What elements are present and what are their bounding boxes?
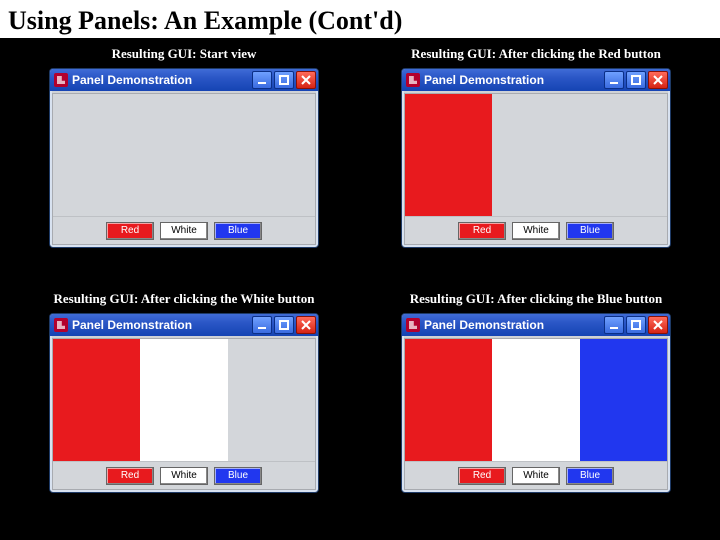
color-panels	[53, 94, 315, 216]
window-start: Panel Demonstration Red White Blue	[49, 68, 319, 248]
close-button[interactable]	[648, 316, 668, 334]
window-title: Panel Demonstration	[72, 73, 248, 87]
titlebar: Panel Demonstration	[402, 69, 670, 91]
maximize-button[interactable]	[274, 316, 294, 334]
white-button[interactable]: White	[160, 467, 208, 485]
java-cup-icon	[54, 318, 68, 332]
mid-panel	[492, 339, 579, 461]
titlebar: Panel Demonstration	[402, 314, 670, 336]
client-area: Red White Blue	[404, 93, 668, 245]
window-white: Panel Demonstration Red White Blue	[49, 313, 319, 493]
white-button[interactable]: White	[512, 222, 560, 240]
window-title: Panel Demonstration	[424, 318, 600, 332]
button-bar: Red White Blue	[405, 461, 667, 489]
button-bar: Red White Blue	[53, 461, 315, 489]
window-buttons	[604, 71, 668, 89]
java-cup-icon	[54, 73, 68, 87]
slide-title: Using Panels: An Example (Cont'd)	[0, 0, 720, 40]
mid-panel	[140, 94, 227, 216]
blue-button[interactable]: Blue	[214, 222, 262, 240]
mid-panel	[492, 94, 579, 216]
titlebar: Panel Demonstration	[50, 314, 318, 336]
example-grid: Resulting GUI: Start view Panel Demonstr…	[0, 40, 720, 532]
titlebar: Panel Demonstration	[50, 69, 318, 91]
button-bar: Red White Blue	[53, 216, 315, 244]
left-panel	[405, 94, 492, 216]
example-start: Resulting GUI: Start view Panel Demonstr…	[12, 44, 356, 279]
white-button[interactable]: White	[160, 222, 208, 240]
client-area: Red White Blue	[52, 93, 316, 245]
right-panel	[580, 94, 667, 216]
example-red: Resulting GUI: After clicking the Red bu…	[364, 44, 708, 279]
blue-button[interactable]: Blue	[566, 222, 614, 240]
caption-blue: Resulting GUI: After clicking the Blue b…	[410, 291, 663, 307]
client-area: Red White Blue	[404, 338, 668, 490]
window-buttons	[604, 316, 668, 334]
close-button[interactable]	[296, 71, 316, 89]
close-button[interactable]	[296, 316, 316, 334]
caption-red: Resulting GUI: After clicking the Red bu…	[411, 46, 661, 62]
color-panels	[405, 94, 667, 216]
window-blue: Panel Demonstration Red White Blue	[401, 313, 671, 493]
maximize-button[interactable]	[626, 316, 646, 334]
left-panel	[53, 339, 140, 461]
minimize-button[interactable]	[252, 71, 272, 89]
mid-panel	[140, 339, 227, 461]
left-panel	[405, 339, 492, 461]
minimize-button[interactable]	[604, 71, 624, 89]
maximize-button[interactable]	[274, 71, 294, 89]
window-buttons	[252, 316, 316, 334]
blue-button[interactable]: Blue	[566, 467, 614, 485]
red-button[interactable]: Red	[106, 222, 154, 240]
client-area: Red White Blue	[52, 338, 316, 490]
color-panels	[53, 339, 315, 461]
white-button[interactable]: White	[512, 467, 560, 485]
red-button[interactable]: Red	[458, 467, 506, 485]
red-button[interactable]: Red	[106, 467, 154, 485]
minimize-button[interactable]	[604, 316, 624, 334]
right-panel	[580, 339, 667, 461]
right-panel	[228, 94, 315, 216]
example-blue: Resulting GUI: After clicking the Blue b…	[364, 289, 708, 524]
window-buttons	[252, 71, 316, 89]
maximize-button[interactable]	[626, 71, 646, 89]
java-cup-icon	[406, 318, 420, 332]
close-button[interactable]	[648, 71, 668, 89]
red-button[interactable]: Red	[458, 222, 506, 240]
right-panel	[228, 339, 315, 461]
example-white: Resulting GUI: After clicking the White …	[12, 289, 356, 524]
window-red: Panel Demonstration Red White Blue	[401, 68, 671, 248]
color-panels	[405, 339, 667, 461]
caption-start: Resulting GUI: Start view	[112, 46, 257, 62]
blue-button[interactable]: Blue	[214, 467, 262, 485]
minimize-button[interactable]	[252, 316, 272, 334]
button-bar: Red White Blue	[405, 216, 667, 244]
java-cup-icon	[406, 73, 420, 87]
window-title: Panel Demonstration	[72, 318, 248, 332]
window-title: Panel Demonstration	[424, 73, 600, 87]
caption-white: Resulting GUI: After clicking the White …	[54, 291, 315, 307]
left-panel	[53, 94, 140, 216]
